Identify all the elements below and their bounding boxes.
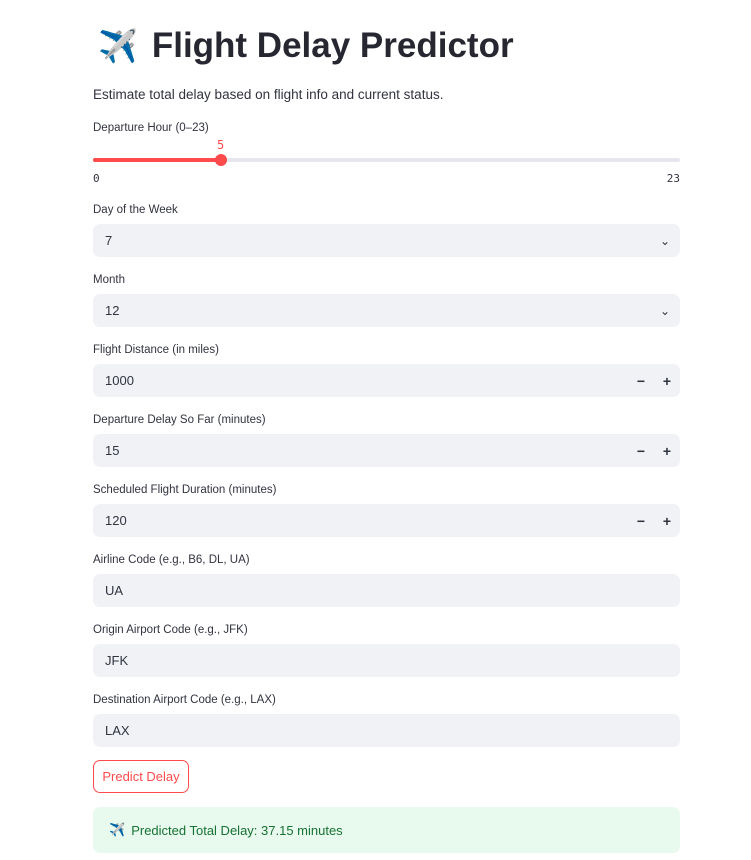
slider-value: 5 <box>216 138 225 152</box>
decrement-button[interactable]: − <box>628 373 654 389</box>
result-text: Predicted Total Delay: 37.15 minutes <box>131 822 343 838</box>
slider-max: 23 <box>666 172 680 185</box>
field-value: 15 <box>105 443 120 458</box>
airplane-icon: ✈️ <box>98 28 138 64</box>
day-of-the-week-label: Day of the Week <box>93 204 178 216</box>
scheduled-flight-duration-input[interactable]: 120 − + <box>93 504 680 537</box>
flight-distance-input[interactable]: 1000 − + <box>93 364 680 397</box>
field-value: 120 <box>105 513 127 528</box>
field-value: 12 <box>105 303 120 318</box>
departure-hour-slider[interactable]: 5 0 23 <box>93 138 680 188</box>
predict-delay-button[interactable]: Predict Delay <box>93 760 189 793</box>
origin-airport-code-input[interactable]: JFK <box>93 644 680 677</box>
prediction-result: ✈️ Predicted Total Delay: 37.15 minutes <box>93 807 680 853</box>
title-text: Flight Delay Predictor <box>151 26 514 65</box>
increment-button[interactable]: + <box>654 443 680 459</box>
field-value: UA <box>105 583 124 598</box>
subtitle: Estimate total delay based on flight inf… <box>93 87 444 102</box>
field-value: 7 <box>105 233 113 248</box>
chevron-down-icon: ⌄ <box>659 303 671 318</box>
decrement-button[interactable]: − <box>628 513 654 529</box>
page-title: ✈️ Flight Delay Predictor <box>98 26 514 66</box>
origin-airport-code-label: Origin Airport Code (e.g., JFK) <box>93 624 248 636</box>
field-value: 1000 <box>105 373 134 388</box>
month-label: Month <box>93 274 125 286</box>
month-select[interactable]: 12 ⌄ <box>93 294 680 327</box>
chevron-down-icon: ⌄ <box>659 233 671 248</box>
departure-delay-so-far-label: Departure Delay So Far (minutes) <box>93 414 266 426</box>
scheduled-flight-duration-label: Scheduled Flight Duration (minutes) <box>93 484 277 496</box>
field-value: LAX <box>105 723 130 738</box>
field-value: JFK <box>105 653 129 668</box>
increment-button[interactable]: + <box>654 513 680 529</box>
destination-airport-code-input[interactable]: LAX <box>93 714 680 747</box>
slider-track[interactable] <box>93 154 680 166</box>
airplane-icon: ✈️ <box>109 822 126 837</box>
destination-airport-code-label: Destination Airport Code (e.g., LAX) <box>93 694 276 706</box>
slider-fill <box>93 158 221 162</box>
slider-min: 0 <box>93 172 100 185</box>
departure-delay-so-far-input[interactable]: 15 − + <box>93 434 680 467</box>
flight-distance-label: Flight Distance (in miles) <box>93 344 219 356</box>
slider-thumb[interactable] <box>214 154 227 166</box>
slider-label: Departure Hour (0–23) <box>93 122 209 134</box>
decrement-button[interactable]: − <box>628 443 654 459</box>
airline-code-input[interactable]: UA <box>93 574 680 607</box>
airline-code-label: Airline Code (e.g., B6, DL, UA) <box>93 554 250 566</box>
app: ✈️ Flight Delay Predictor Estimate total … <box>0 0 751 860</box>
day-of-the-week-select[interactable]: 7 ⌄ <box>93 224 680 257</box>
increment-button[interactable]: + <box>654 373 680 389</box>
